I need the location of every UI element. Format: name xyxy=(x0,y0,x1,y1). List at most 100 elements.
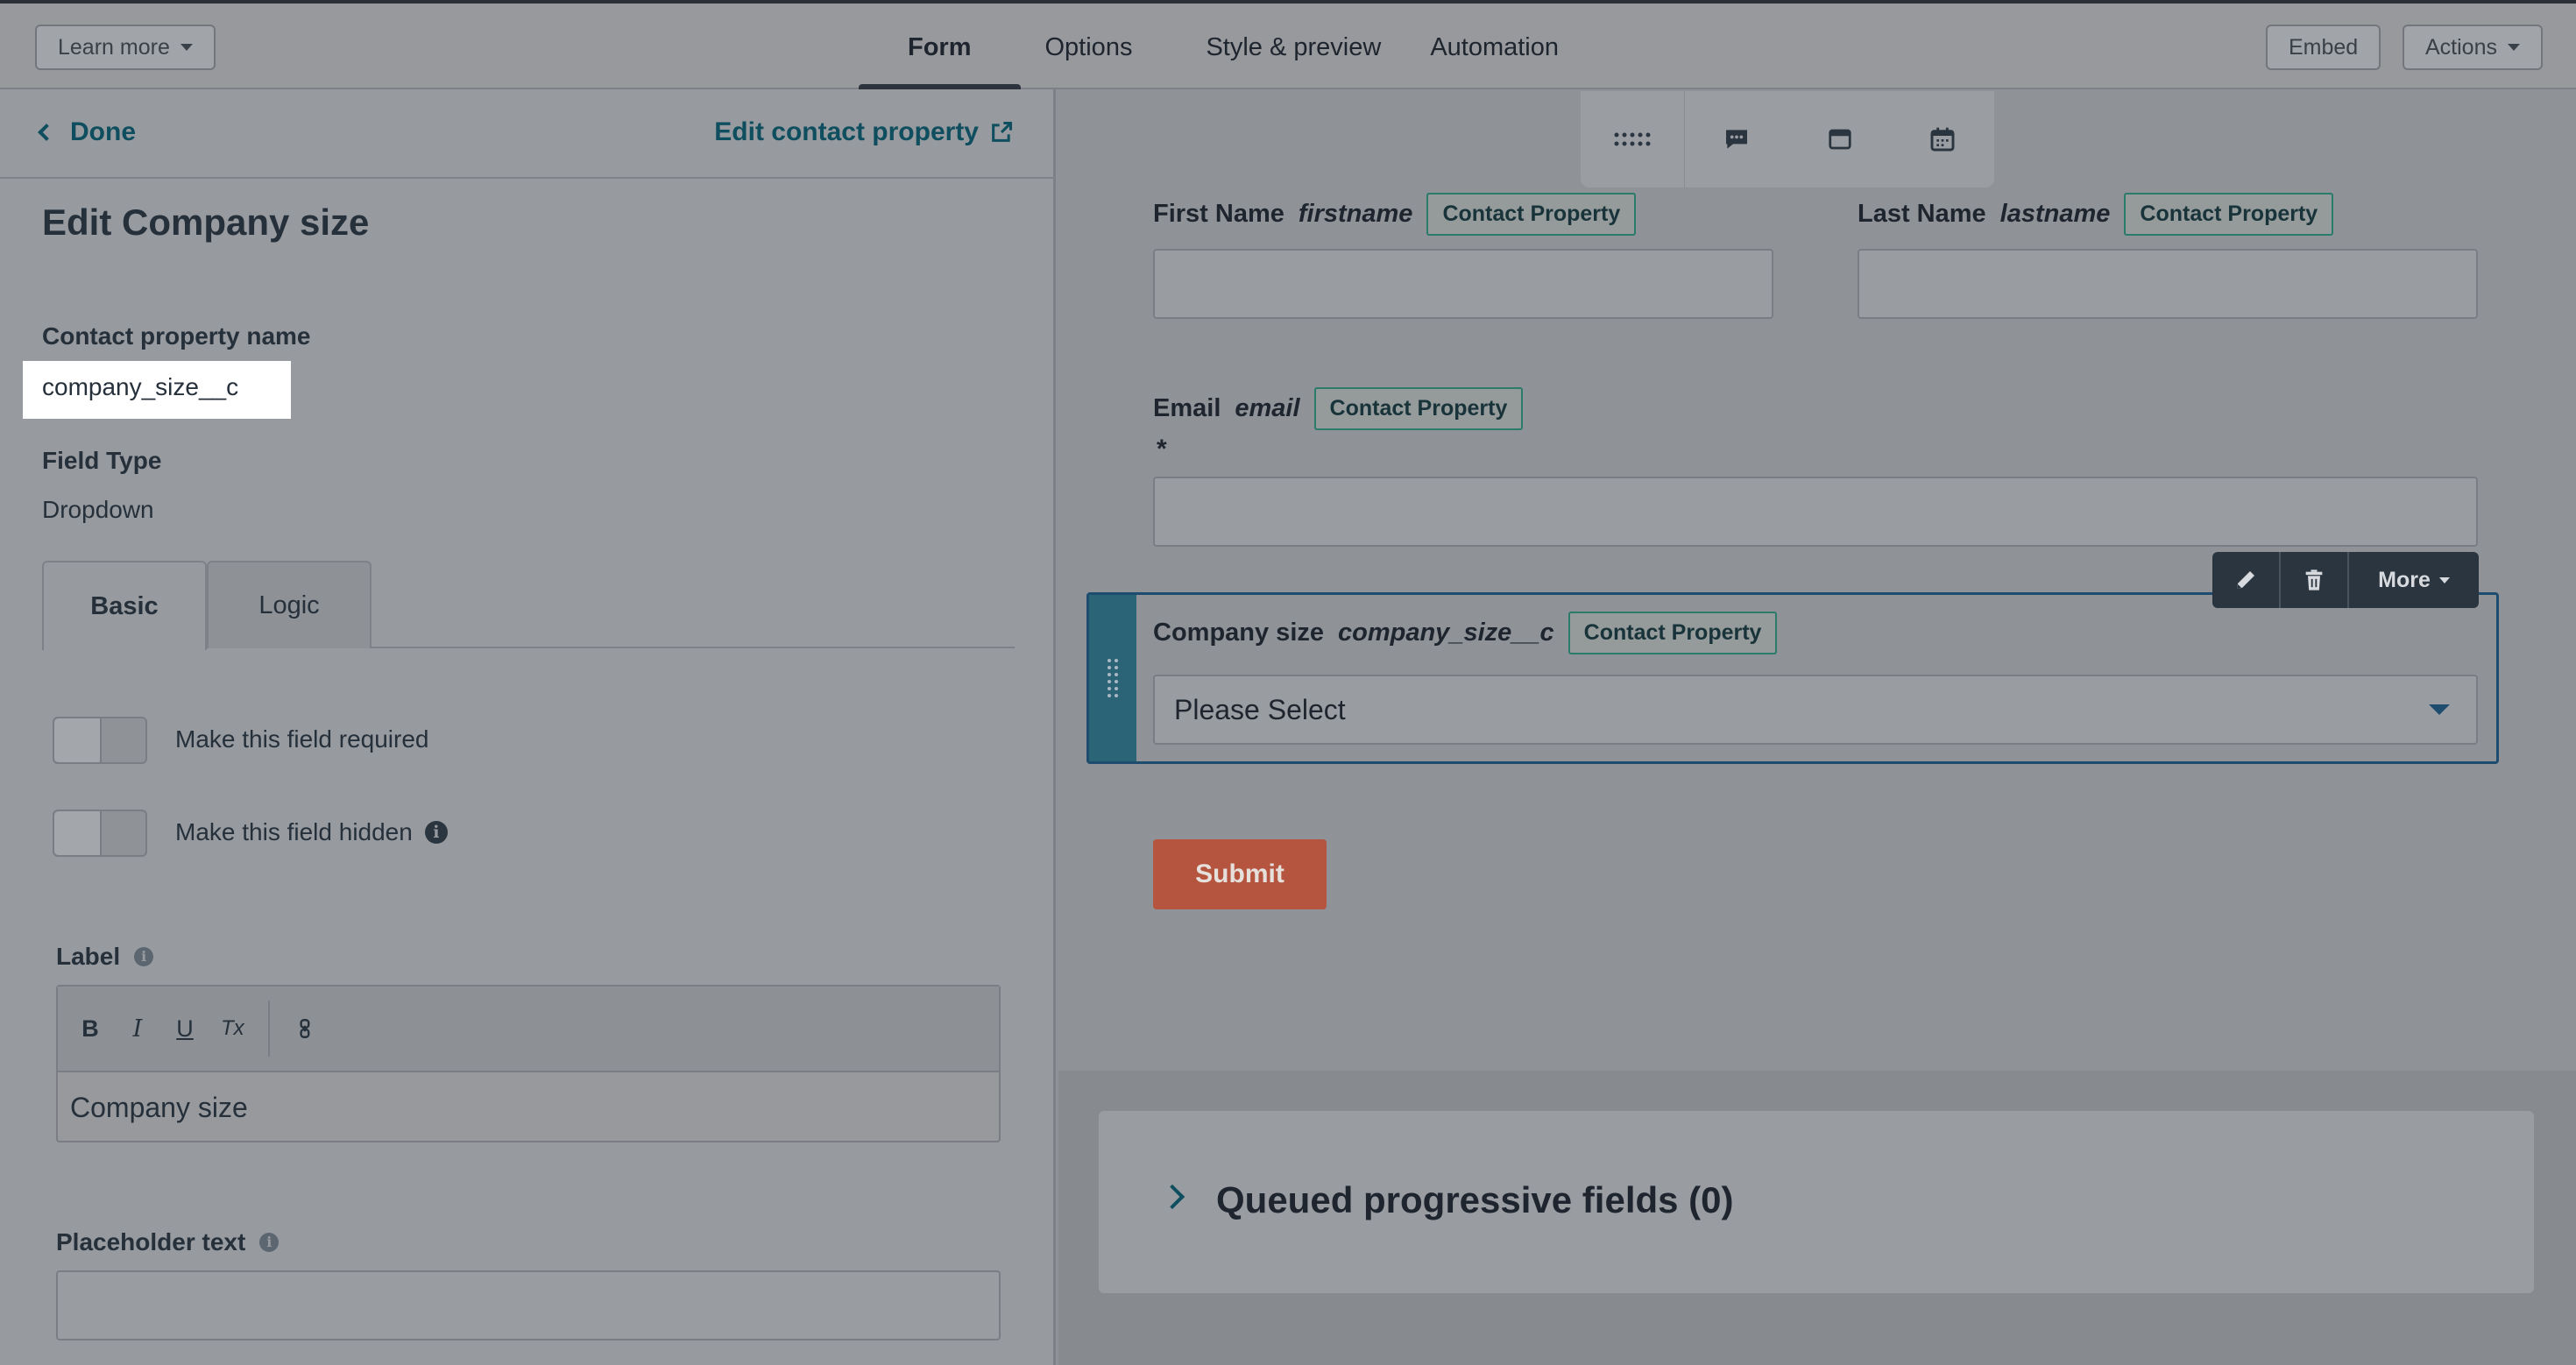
email-input[interactable] xyxy=(1153,477,2478,547)
company-size-select[interactable]: Please Select xyxy=(1153,675,2478,745)
panel-title: Edit Company size xyxy=(42,202,370,243)
contact-property-badge: Contact Property xyxy=(1426,193,1637,236)
company-size-select-value: Please Select xyxy=(1174,694,1346,725)
tab-options-label: Options xyxy=(1044,32,1133,61)
toggle-knob xyxy=(54,811,102,855)
email-internal: email xyxy=(1235,394,1300,422)
edit-contact-property-link[interactable]: Edit contact property xyxy=(714,117,1014,147)
edit-contact-property-label: Edit contact property xyxy=(714,117,979,146)
pencil-icon xyxy=(2237,571,2254,589)
chevron-left-icon xyxy=(38,124,55,141)
tab-basic[interactable]: Basic xyxy=(42,561,207,650)
hidden-row: Make this field hidden i xyxy=(175,818,448,846)
tab-style-preview-label: Style & preview xyxy=(1206,32,1382,61)
label-heading: Label i xyxy=(56,943,154,971)
info-icon[interactable]: i xyxy=(259,1233,280,1252)
contact-property-badge: Contact Property xyxy=(1313,387,1524,430)
caret-down-icon xyxy=(2507,44,2520,51)
add-element-toolbar xyxy=(1581,91,1994,187)
company-size-internal: company_size__c xyxy=(1338,619,1554,647)
required-asterisk: * xyxy=(1157,435,1167,463)
link-icon[interactable] xyxy=(294,1017,317,1040)
more-label: More xyxy=(2378,567,2431,592)
window-icon xyxy=(1829,129,1851,150)
clear-format-icon[interactable]: Tx xyxy=(221,1016,244,1041)
chevron-right-icon xyxy=(1159,1184,1185,1210)
caret-down-icon xyxy=(180,44,193,51)
email-field-label[interactable]: Email email Contact Property xyxy=(1153,387,1524,430)
hidden-label: Make this field hidden xyxy=(175,818,413,845)
tab-form-label: Form xyxy=(908,32,972,61)
more-actions-button[interactable]: More xyxy=(2349,552,2479,608)
field-actions-toolbar: More xyxy=(2212,552,2479,608)
trash-icon xyxy=(2305,569,2323,591)
tab-logic[interactable]: Logic xyxy=(207,561,372,648)
layout-button[interactable] xyxy=(1788,91,1892,187)
last-name-label: Last Name xyxy=(1858,200,1986,228)
editor-toolbar: B I U Tx xyxy=(58,987,999,1072)
label-heading-text: Label xyxy=(56,943,121,970)
property-name-label: Contact property name xyxy=(42,322,311,350)
tab-style-preview[interactable]: Style & preview xyxy=(1157,4,1430,91)
field-settings-tabs: Basic Logic xyxy=(42,561,1015,650)
edit-field-button[interactable] xyxy=(2212,552,2279,608)
learn-more-button[interactable]: Learn more xyxy=(35,25,216,70)
first-name-field-label[interactable]: First Name firstname Contact Property xyxy=(1153,193,1637,236)
tab-automation[interactable]: Automation xyxy=(1430,4,1559,91)
fields-button[interactable] xyxy=(1581,91,1684,187)
company-size-field-label: Company size company_size__c Contact Pro… xyxy=(1153,612,1778,654)
last-name-internal: lastname xyxy=(1999,200,2111,228)
caret-down-icon xyxy=(2438,576,2450,583)
edit-field-panel: Done Edit contact property Edit Company … xyxy=(0,89,1056,1365)
actions-button[interactable]: Actions xyxy=(2403,25,2543,70)
embed-button[interactable]: Embed xyxy=(2266,25,2381,70)
drag-handle[interactable] xyxy=(1089,595,1136,761)
done-label: Done xyxy=(70,117,136,146)
chat-bubble-icon xyxy=(1726,130,1748,149)
done-button[interactable]: Done xyxy=(38,117,136,147)
toggle-knob xyxy=(54,718,102,762)
queued-title: Queued progressive fields (0) xyxy=(1216,1179,1734,1220)
tab-automation-label: Automation xyxy=(1430,32,1560,61)
main-tabs: Form Options Style & preview Automation xyxy=(859,4,1559,91)
delete-field-button[interactable] xyxy=(2281,552,2347,608)
field-type-value: Dropdown xyxy=(42,496,154,523)
email-label: Email xyxy=(1153,394,1221,422)
chat-button[interactable] xyxy=(1685,91,1788,187)
queued-progressive-fields[interactable]: Queued progressive fields (0) xyxy=(1099,1111,2534,1293)
required-toggle[interactable] xyxy=(53,717,147,764)
submit-button[interactable]: Submit xyxy=(1153,839,1327,909)
actions-label: Actions xyxy=(2425,34,2497,60)
italic-icon[interactable]: I xyxy=(126,1015,149,1043)
tab-logic-label: Logic xyxy=(258,591,320,619)
last-name-input[interactable] xyxy=(1858,249,2478,319)
hidden-toggle[interactable] xyxy=(53,810,147,857)
info-icon[interactable]: i xyxy=(134,947,154,966)
caret-down-icon xyxy=(2429,704,2450,715)
bold-icon[interactable]: B xyxy=(79,1015,102,1043)
first-name-label: First Name xyxy=(1153,200,1284,228)
last-name-field-label[interactable]: Last Name lastname Contact Property xyxy=(1858,193,2334,236)
external-link-icon xyxy=(992,121,1013,142)
toolbar-divider xyxy=(268,1001,270,1057)
drag-dots-icon xyxy=(1108,659,1118,697)
contact-property-badge: Contact Property xyxy=(2124,193,2334,236)
tab-basic-label: Basic xyxy=(90,591,159,620)
first-name-input[interactable] xyxy=(1153,249,1773,319)
meetings-button[interactable] xyxy=(1891,91,1994,187)
tab-form[interactable]: Form xyxy=(859,4,1021,91)
info-icon[interactable]: i xyxy=(424,821,448,844)
label-rich-text-editor: B I U Tx Company size xyxy=(56,985,1001,1142)
underline-icon[interactable]: U xyxy=(173,1015,196,1043)
property-name-value: company_size__c xyxy=(23,361,291,419)
required-label: Make this field required xyxy=(175,725,429,753)
embed-label: Embed xyxy=(2289,34,2359,60)
field-type-label: Field Type xyxy=(42,447,162,474)
placeholder-heading: Placeholder text i xyxy=(56,1228,280,1256)
company-size-label: Company size xyxy=(1153,619,1324,647)
label-editor-content[interactable]: Company size xyxy=(58,1072,999,1143)
placeholder-text-input[interactable] xyxy=(56,1270,1001,1340)
tab-options[interactable]: Options xyxy=(1021,4,1157,91)
top-bar: Learn more Form Options Style & preview … xyxy=(0,0,2576,91)
grid-dots-icon xyxy=(1614,132,1651,146)
